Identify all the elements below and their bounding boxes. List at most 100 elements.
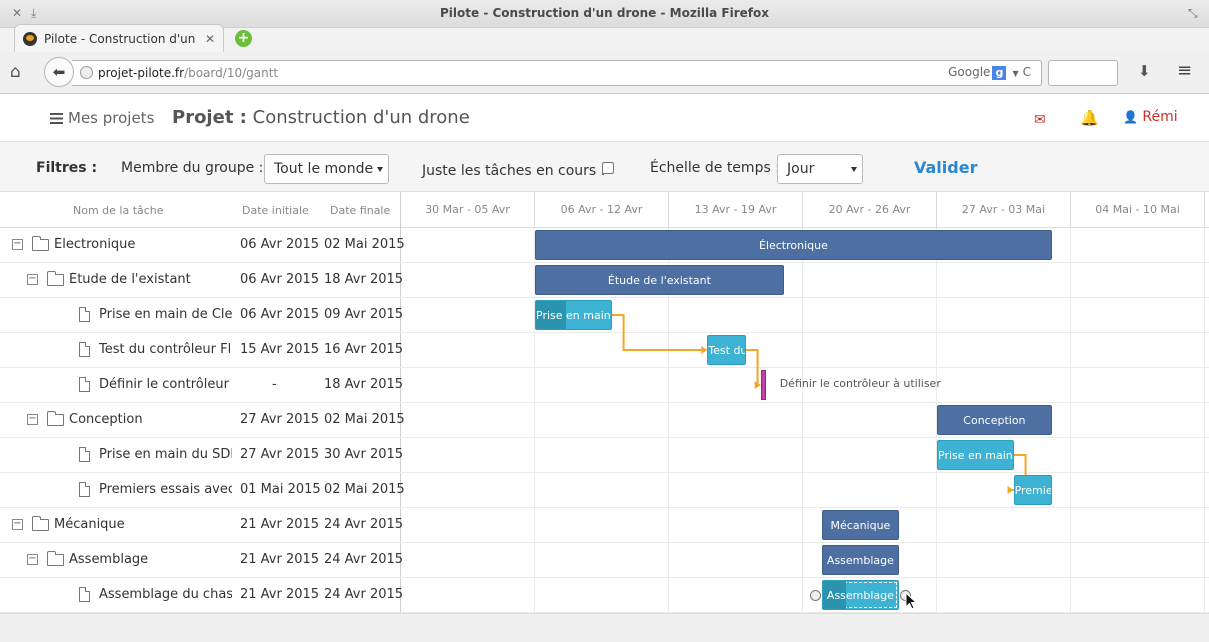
task-row[interactable]: − Mécanique 21 Avr 2015 24 Avr 2015 <box>0 508 404 543</box>
bar-label: Étude de l'existant <box>607 274 711 287</box>
bar-label: Mécanique <box>830 519 891 532</box>
task-bar[interactable]: Premie <box>1013 475 1052 505</box>
search-engine-selector[interactable]: Google g ▼ C <box>948 65 1031 80</box>
collapse-toggle[interactable]: − <box>12 239 23 250</box>
dropdown-arrow-icon[interactable]: ▼ <box>1012 69 1018 78</box>
current-tasks-checkbox[interactable] <box>602 162 614 174</box>
bar-label: Prise en main <box>938 449 1013 462</box>
user-icon: 👤 <box>1123 110 1138 124</box>
file-icon <box>79 342 90 357</box>
task-name: Conception <box>69 412 143 427</box>
select-caret-icon <box>851 167 857 172</box>
url-bar[interactable]: projet-pilote.fr/board/10/gantt Google g ▼… <box>72 60 1042 86</box>
download-icon[interactable]: ⬇ <box>1138 62 1151 80</box>
gantt-timeline: 30 Mar - 05 Avr 06 Avr - 12 Avr 13 Avr - 1… <box>401 192 1209 613</box>
bar-label: Assemblage <box>826 589 894 602</box>
task-bar[interactable]: Assemblage <box>822 580 899 610</box>
collapse-toggle[interactable]: − <box>27 274 38 285</box>
task-row[interactable]: − Étude de l'existant 06 Avr 2015 18 Avr 20… <box>0 263 404 298</box>
group-member-label: Membre du groupe : <box>121 160 264 176</box>
task-start-date: 15 Avr 2015 <box>240 342 320 357</box>
task-start-date: 27 Avr 2015 <box>240 447 320 462</box>
task-end-date: 16 Avr 2015 <box>324 342 404 357</box>
task-end-date: 18 Avr 2015 <box>324 272 404 287</box>
milestone-label: Définir le contrôleur à utiliser <box>779 377 941 390</box>
task-end-date: 02 Mai 2015 <box>324 412 405 427</box>
dependency-link[interactable] <box>745 349 760 386</box>
window-maximize-icon[interactable]: ⤡ <box>1188 6 1198 21</box>
current-tasks-label: Juste les tâches en cours : <box>422 163 606 179</box>
bar-label: Conception <box>963 414 1026 427</box>
menu-icon[interactable]: ≡ <box>1177 60 1192 81</box>
collapse-toggle[interactable]: − <box>12 519 23 530</box>
task-name: Test du contrôleur Flip32 <box>99 342 232 357</box>
time-scale-value: Jour <box>787 161 815 177</box>
page-title: Projet : Construction d'un drone <box>172 107 470 128</box>
task-row[interactable]: Test du contrôleur Flip32 15 Avr 2015 16 A… <box>0 333 404 368</box>
folder-icon <box>47 551 64 566</box>
validate-button[interactable]: Valider <box>914 158 977 177</box>
task-start-date: 01 Mai 2015 <box>240 482 321 497</box>
task-start-date: 21 Avr 2015 <box>240 517 320 532</box>
gantt-footer <box>0 613 1209 642</box>
task-end-date: 02 Mai 2015 <box>324 482 405 497</box>
file-icon <box>79 307 90 322</box>
task-row[interactable]: Prise en main de Cleanflight 06 Avr 2015 0… <box>0 298 404 333</box>
bell-icon[interactable]: 🔔 <box>1080 109 1099 127</box>
new-tab-button[interactable]: + <box>235 30 252 47</box>
task-bar[interactable]: Prise en main <box>937 440 1014 470</box>
summary-bar[interactable]: Électronique <box>535 230 1052 260</box>
search-box[interactable] <box>1048 60 1118 86</box>
reload-icon[interactable]: C <box>1023 65 1031 79</box>
task-row[interactable]: − Conception 27 Avr 2015 02 Mai 2015 <box>0 403 405 438</box>
column-header-end[interactable]: Date finale <box>330 204 390 217</box>
browser-tab[interactable]: Pilote - Construction d'un ... ✕ <box>14 24 224 52</box>
task-start-date: 06 Avr 2015 <box>240 272 320 287</box>
file-icon <box>79 377 90 392</box>
milestone-marker[interactable] <box>760 370 766 400</box>
bar-label: Test du <box>708 344 746 357</box>
task-row[interactable]: Assemblage du chassis 21 Avr 2015 24 Avr 2… <box>0 578 403 613</box>
mail-icon[interactable]: ✉ <box>1034 112 1046 128</box>
time-scale-select[interactable]: Jour <box>777 154 863 184</box>
task-bar[interactable]: Test du <box>707 335 746 365</box>
column-header-name[interactable]: Nom de la tâche <box>73 204 164 217</box>
task-start-date: 06 Avr 2015 <box>240 237 320 252</box>
google-icon: g <box>992 66 1007 80</box>
home-icon[interactable]: ⌂ <box>10 62 21 82</box>
back-button[interactable]: ⬅ <box>44 57 74 87</box>
summary-bar[interactable]: Mécanique <box>822 510 899 540</box>
group-member-select[interactable]: Tout le monde <box>264 154 389 184</box>
summary-bar[interactable]: Assemblage <box>822 545 899 575</box>
task-name: Prise en main de Cleanflight <box>99 307 232 322</box>
task-end-date: 09 Avr 2015 <box>324 307 404 322</box>
search-engine-label: Google <box>948 65 991 79</box>
my-projects-link[interactable]: Mes projets <box>50 109 154 127</box>
filters-title: Filtres : <box>36 160 98 176</box>
task-row[interactable]: − Assemblage 21 Avr 2015 24 Avr 2015 <box>0 543 403 578</box>
url-text[interactable]: projet-pilote.fr/board/10/gantt <box>98 66 278 80</box>
file-icon <box>79 587 90 602</box>
task-start-date: 21 Avr 2015 <box>240 552 320 567</box>
task-end-date: 24 Avr 2015 <box>324 517 404 532</box>
list-icon <box>50 113 63 124</box>
task-bar[interactable]: Prise en main <box>535 300 612 330</box>
summary-bar[interactable]: Conception <box>937 405 1052 435</box>
dependency-link[interactable] <box>611 314 707 351</box>
tab-close-icon[interactable]: ✕ <box>205 32 215 46</box>
my-projects-label: Mes projets <box>68 109 155 127</box>
task-row[interactable]: Prise en main du SDK 27 Avr 2015 30 Avr 20… <box>0 438 403 473</box>
collapse-toggle[interactable]: − <box>27 554 38 565</box>
task-name: Assemblage <box>69 552 149 567</box>
task-name: Mécanique <box>54 517 125 532</box>
task-row[interactable]: Définir le contrôleur à utiliser - 18 Avr … <box>0 368 403 403</box>
tab-title: Pilote - Construction d'un ... <box>44 31 199 46</box>
task-row[interactable]: − Électronique 06 Avr 2015 02 Mai 2015 <box>0 228 405 263</box>
task-name: Assemblage du chassis <box>99 587 232 602</box>
mouse-cursor-icon <box>905 592 917 610</box>
collapse-toggle[interactable]: − <box>27 414 38 425</box>
user-menu[interactable]: 👤 Rémi <box>1123 109 1178 125</box>
summary-bar[interactable]: Étude de l'existant <box>535 265 784 295</box>
column-header-start[interactable]: Date initiale <box>242 204 309 217</box>
task-row[interactable]: Premiers essais avec le matériel 01 Mai 2… <box>0 473 405 508</box>
